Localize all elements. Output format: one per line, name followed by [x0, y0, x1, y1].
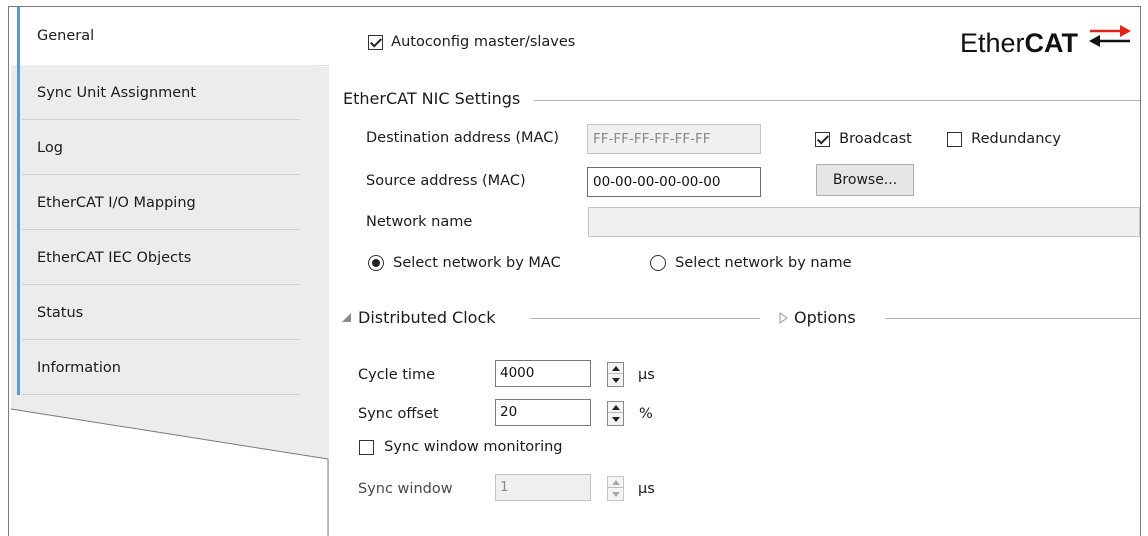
logo-arrows-icon: [1089, 25, 1131, 47]
options-section-title[interactable]: Options: [794, 308, 870, 327]
sync-window-monitoring-checkbox[interactable]: [359, 439, 374, 455]
tab-label: Log: [37, 139, 63, 156]
sidebar: General Sync Unit Assignment Log EtherCA…: [9, 7, 329, 536]
tab-ethercat-io-mapping[interactable]: EtherCAT I/O Mapping: [17, 175, 328, 230]
clock-divider: [530, 318, 760, 319]
redundancy-checkbox[interactable]: [947, 131, 962, 147]
general-panel: Autoconfig master/slaves EtherCAT EtherC…: [330, 7, 1140, 536]
tab-label: EtherCAT I/O Mapping: [37, 194, 196, 211]
cycle-time-unit: µs: [638, 367, 655, 383]
clock-section-title[interactable]: Distributed Clock: [358, 308, 510, 327]
source-address-field[interactable]: 00-00-00-00-00-00: [587, 167, 761, 197]
select-by-name-row[interactable]: Select network by name: [650, 254, 852, 272]
nic-title-text: EtherCAT NIC Settings: [343, 89, 535, 108]
tab-information[interactable]: Information: [17, 340, 328, 395]
network-name-label: Network name: [366, 214, 473, 230]
tab-log[interactable]: Log: [17, 120, 328, 175]
broadcast-row[interactable]: Broadcast: [815, 130, 912, 147]
tab-sync-unit-assignment[interactable]: Sync Unit Assignment: [17, 65, 328, 120]
spinner-down-icon[interactable]: [608, 489, 623, 500]
sync-offset-spinner[interactable]: [607, 401, 624, 426]
options-divider: [885, 318, 1140, 319]
autoconfig-label: Autoconfig master/slaves: [391, 34, 576, 51]
select-by-mac-label: Select network by MAC: [393, 255, 561, 272]
logo-text-bold: CAT: [1024, 28, 1079, 58]
spinner-up-icon[interactable]: [608, 402, 623, 413]
spinner-down-icon[interactable]: [608, 375, 623, 386]
network-name-field[interactable]: [588, 207, 1140, 237]
clock-title-text: Distributed Clock: [358, 308, 510, 327]
broadcast-label: Broadcast: [839, 131, 912, 148]
select-by-mac-radio[interactable]: [368, 255, 384, 272]
autoconfig-checkbox[interactable]: [368, 34, 383, 50]
select-by-name-label: Select network by name: [675, 255, 852, 272]
collapse-triangle-icon[interactable]: [342, 313, 352, 323]
cycle-time-field[interactable]: 4000: [495, 360, 591, 387]
nic-section-title: EtherCAT NIC Settings: [343, 89, 535, 108]
tab-general[interactable]: General: [17, 7, 328, 65]
sync-offset-label: Sync offset: [358, 406, 439, 422]
spinner-up-icon[interactable]: [608, 477, 623, 488]
options-title-text: Options: [794, 308, 870, 327]
tab-status[interactable]: Status: [17, 285, 328, 340]
cycle-time-spinner[interactable]: [607, 362, 624, 387]
logo-text-light: Ether: [960, 28, 1025, 58]
select-by-mac-row[interactable]: Select network by MAC: [368, 254, 561, 272]
sync-window-monitoring-row[interactable]: Sync window monitoring: [359, 438, 563, 455]
select-by-name-radio[interactable]: [650, 255, 666, 272]
ethercat-logo: EtherCAT: [960, 28, 1078, 59]
tab-label: EtherCAT IEC Objects: [37, 249, 192, 266]
sync-offset-unit: %: [639, 406, 653, 422]
sync-window-label: Sync window: [358, 481, 453, 497]
autoconfig-row[interactable]: Autoconfig master/slaves: [368, 33, 575, 50]
source-address-label: Source address (MAC): [366, 173, 526, 189]
expand-triangle-icon[interactable]: [779, 312, 788, 324]
dest-address-label: Destination address (MAC): [366, 130, 560, 146]
spinner-down-icon[interactable]: [608, 414, 623, 425]
tab-label: Information: [37, 359, 121, 376]
spinner-up-icon[interactable]: [608, 363, 623, 374]
tab-label: General: [37, 28, 95, 44]
redundancy-label: Redundancy: [971, 131, 1061, 148]
redundancy-row[interactable]: Redundancy: [947, 130, 1061, 147]
sync-window-unit: µs: [638, 481, 655, 497]
tab-label: Status: [37, 304, 84, 321]
tab-ethercat-iec-objects[interactable]: EtherCAT IEC Objects: [17, 230, 328, 285]
cycle-time-label: Cycle time: [358, 367, 435, 383]
sync-window-field[interactable]: 1: [495, 474, 591, 501]
browse-button[interactable]: Browse...: [816, 164, 914, 196]
sync-offset-field[interactable]: 20: [495, 399, 591, 426]
tab-label: Sync Unit Assignment: [37, 84, 197, 101]
sync-window-monitoring-label: Sync window monitoring: [384, 439, 563, 456]
tab-separator: [22, 394, 300, 395]
sync-window-spinner[interactable]: [607, 476, 624, 501]
broadcast-checkbox[interactable]: [815, 131, 830, 147]
dest-address-field[interactable]: FF-FF-FF-FF-FF-FF: [587, 124, 761, 154]
